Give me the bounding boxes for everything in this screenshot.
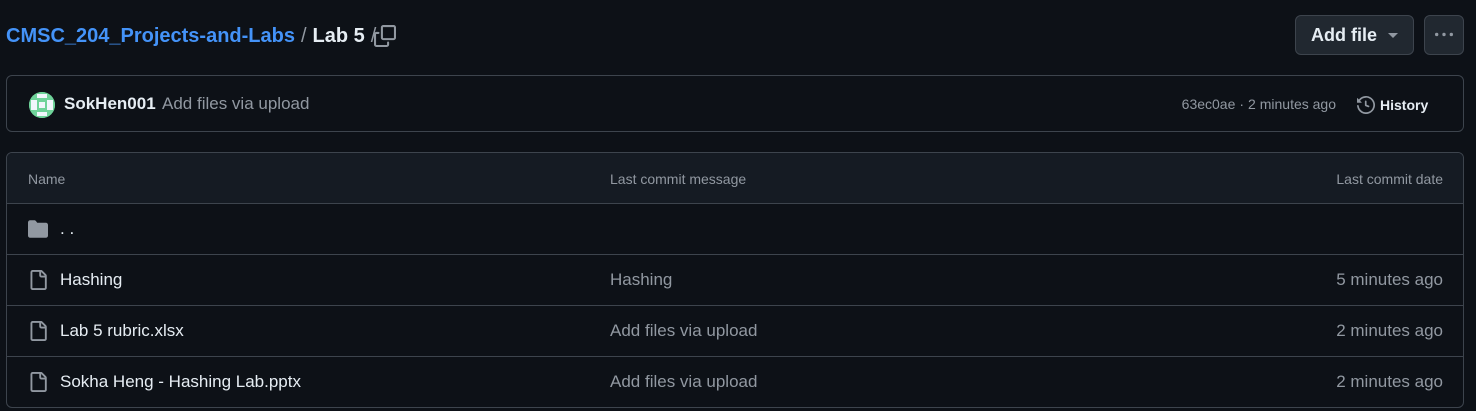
file-icon [30, 372, 47, 392]
add-file-label: Add file [1311, 24, 1377, 45]
file-icon [30, 270, 47, 290]
column-header-message: Last commit message [610, 171, 747, 187]
breadcrumb-current: Lab 5 [312, 24, 365, 47]
folder-icon [28, 220, 48, 238]
commit-message-link[interactable]: Hashing [610, 270, 672, 290]
page-header: CMSC_204_Projects-and-Labs / Lab 5 / Add… [0, 0, 1476, 72]
breadcrumb: CMSC_204_Projects-and-Labs / Lab 5 / [6, 22, 382, 50]
commit-date: 5 minutes ago [1336, 270, 1443, 289]
file-name-link[interactable]: Sokha Heng - Hashing Lab.pptx [60, 372, 301, 392]
column-header-date: Last commit date [1336, 171, 1443, 187]
file-icon [30, 321, 47, 341]
file-name-link[interactable]: Lab 5 rubric.xlsx [60, 321, 184, 341]
breadcrumb-separator: / [300, 24, 307, 47]
commit-meta: 63ec0ae · 2 minutes ago [1182, 96, 1336, 112]
file-name-link[interactable]: Hashing [60, 270, 122, 290]
commit-date: 2 minutes ago [1336, 321, 1443, 340]
kebab-horizontal-icon [1435, 32, 1453, 37]
commit-time: 2 minutes ago [1248, 96, 1336, 112]
more-options-button[interactable] [1424, 15, 1464, 55]
table-row[interactable]: Hashing Hashing 5 minutes ago [7, 255, 1463, 306]
table-row[interactable]: Sokha Heng - Hashing Lab.pptx Add files … [7, 357, 1463, 407]
parent-directory-row[interactable]: . . [7, 204, 1463, 255]
commit-meta-separator: · [1239, 96, 1245, 112]
file-table: Name Last commit message Last commit dat… [6, 152, 1464, 408]
add-file-button[interactable]: Add file [1295, 15, 1414, 55]
commit-message-link[interactable]: Add files via upload [610, 321, 757, 341]
table-row[interactable]: Lab 5 rubric.xlsx Add files via upload 2… [7, 306, 1463, 357]
commit-author-link[interactable]: SokHen001 [64, 94, 156, 114]
parent-directory-link[interactable]: . . [60, 219, 74, 239]
commit-message-link[interactable]: Add files via upload [610, 372, 757, 392]
column-header-name: Name [28, 171, 66, 187]
history-button[interactable]: History [1357, 93, 1428, 117]
table-header: Name Last commit message Last commit dat… [7, 153, 1463, 204]
copy-icon [374, 25, 396, 47]
history-label: History [1380, 97, 1429, 113]
avatar[interactable] [29, 92, 55, 118]
history-icon [1357, 96, 1375, 114]
caret-down-icon [1388, 33, 1398, 38]
commit-date: 2 minutes ago [1336, 372, 1443, 391]
commit-message-link[interactable]: Add files via upload [162, 94, 309, 114]
copy-path-button[interactable] [370, 22, 400, 50]
breadcrumb-repo-link[interactable]: CMSC_204_Projects-and-Labs [6, 25, 295, 48]
latest-commit-bar: SokHen001 Add files via upload 63ec0ae ·… [6, 75, 1464, 132]
commit-hash-link[interactable]: 63ec0ae [1182, 96, 1236, 112]
